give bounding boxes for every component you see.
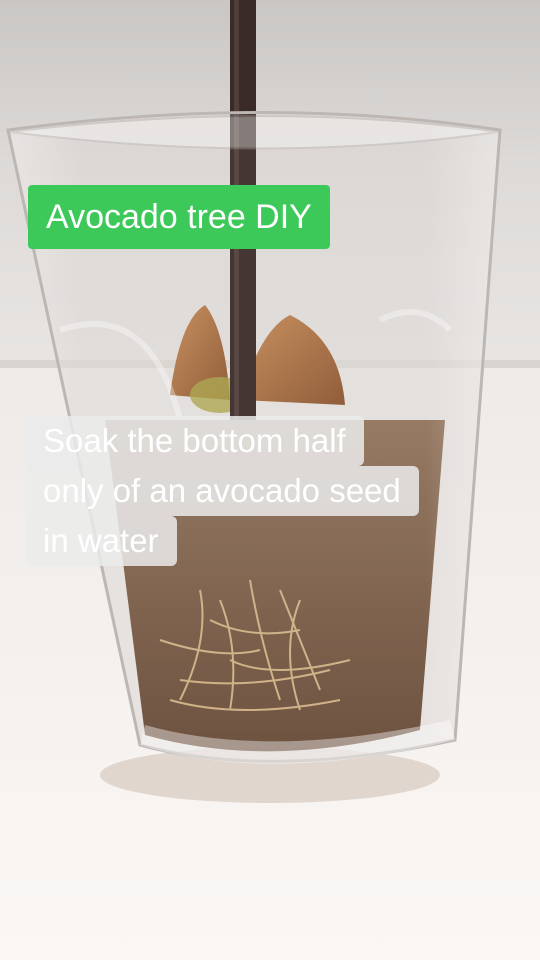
title-label: Avocado tree DIY xyxy=(28,185,330,249)
caption-text: Soak the bottom half only of an avocado … xyxy=(25,416,515,566)
caption-line-1: Soak the bottom half xyxy=(25,416,364,466)
caption-line-2: only of an avocado seed xyxy=(25,466,419,516)
caption-line-3: in water xyxy=(25,516,177,566)
